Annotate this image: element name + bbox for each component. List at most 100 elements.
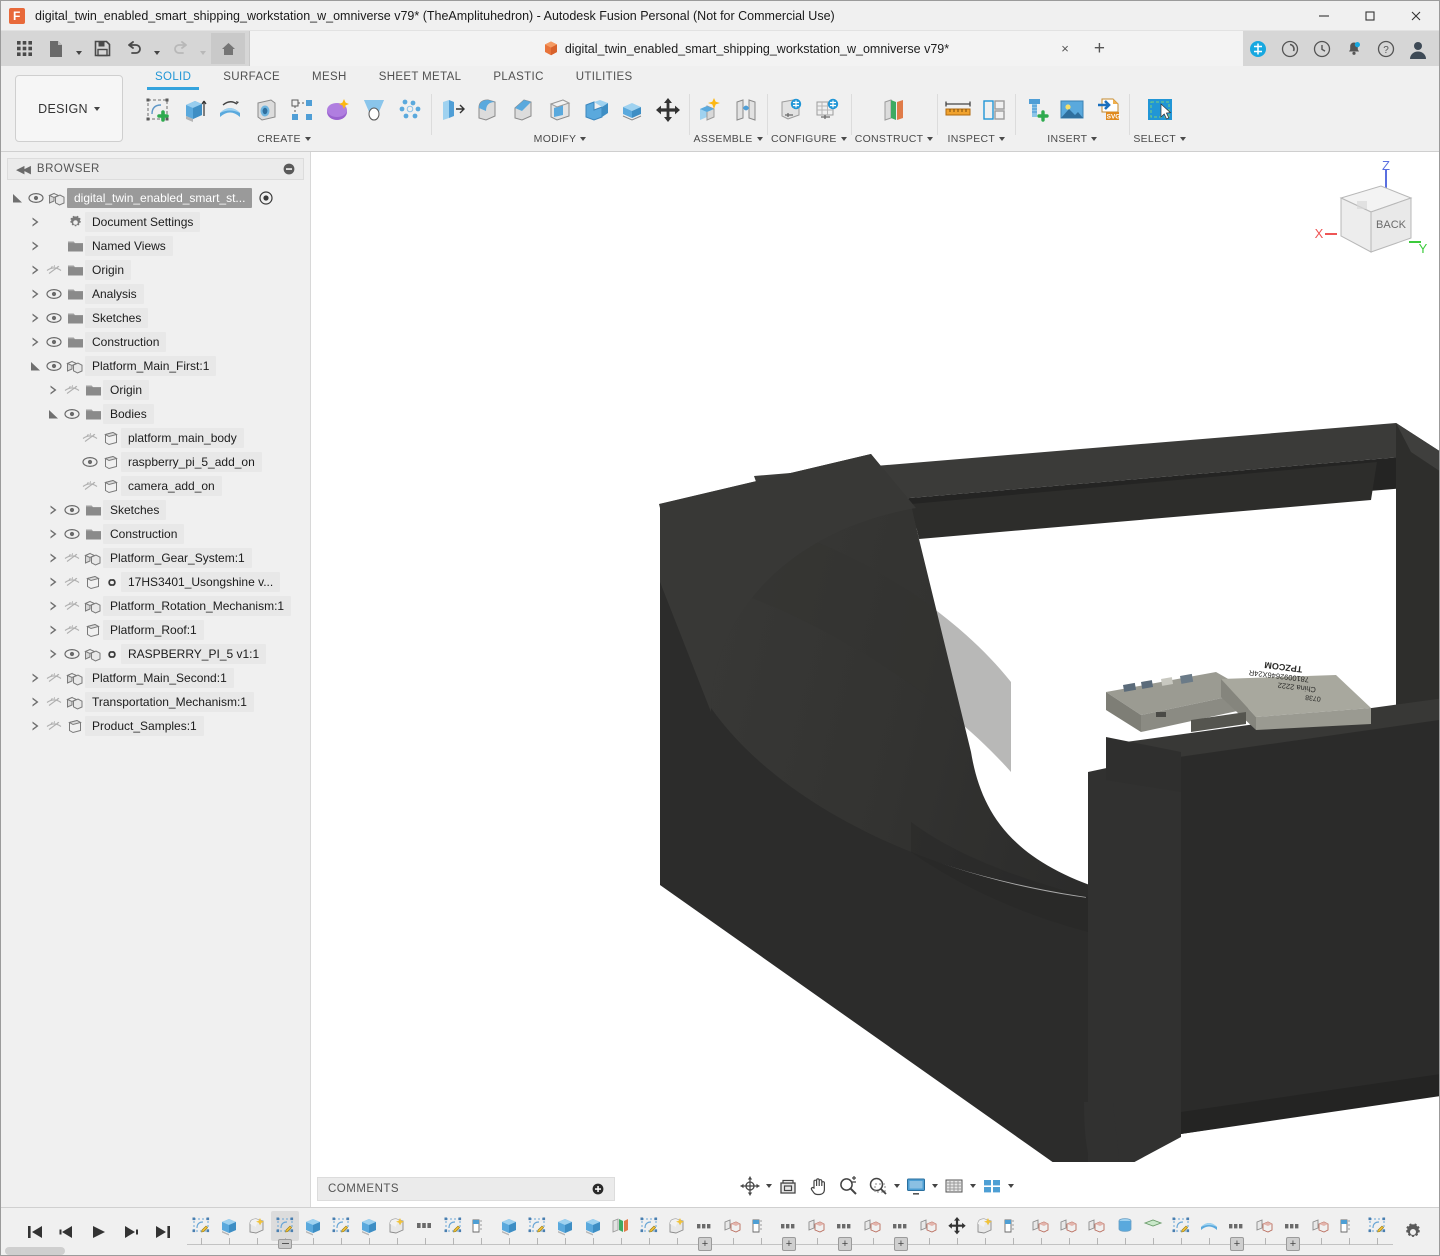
combine-icon[interactable] [579,91,613,129]
tab-plastic[interactable]: PLASTIC [477,66,559,88]
timeline-feature-component[interactable] [1027,1211,1055,1241]
tree-twisty-closed-icon[interactable] [27,672,43,684]
browser-minimize-icon[interactable] [283,163,295,175]
tree-node-17hs3401-usongshine-v[interactable]: 17HS3401_Usongshine v... [1,570,310,594]
timeline-feature-mirror[interactable] [999,1211,1027,1241]
tab-sheet-metal[interactable]: SHEET METAL [363,66,478,88]
redo-icon[interactable] [165,33,195,64]
timeline-feature-sketch[interactable] [439,1211,467,1241]
select-group-label[interactable]: SELECT [1133,130,1186,148]
browser-collapse-icon[interactable]: ◀◀ [16,163,29,176]
tree-twisty-closed-icon[interactable] [45,576,61,588]
tree-node-construction[interactable]: Construction [1,522,310,546]
joint-icon[interactable] [729,91,763,129]
tree-twisty-closed-icon[interactable] [45,384,61,396]
timeline-feature-sketch[interactable] [327,1211,355,1241]
timeline-feature-mirror[interactable] [467,1211,495,1241]
create-sketch-icon[interactable] [141,91,175,129]
inspect-group-label[interactable]: INSPECT [948,130,1006,148]
look-at-icon[interactable] [774,1172,802,1200]
create-group-label[interactable]: CREATE [257,130,311,148]
revolve-icon[interactable] [213,91,247,129]
eye-visible-icon[interactable] [79,456,101,468]
timeline-feature-sketch[interactable] [523,1211,551,1241]
step-back-icon[interactable] [57,1222,77,1242]
loft-icon[interactable] [357,91,391,129]
play-icon[interactable] [89,1222,109,1242]
tree-node-platform-gear-system-1[interactable]: Platform_Gear_System:1 [1,546,310,570]
tree-node-platform-main-first-1[interactable]: Platform_Main_First:1 [1,354,310,378]
viewports-icon[interactable] [978,1172,1006,1200]
timeline-group-expand[interactable]: + [1230,1237,1244,1251]
timeline-feature-cylinder[interactable] [1111,1211,1139,1241]
close-button[interactable] [1393,1,1439,31]
browser-tree[interactable]: digital_twin_enabled_smart_st...Document… [1,180,310,1207]
decal-icon[interactable] [1055,91,1089,129]
construct-group-label[interactable]: CONSTRUCT [855,130,934,148]
tree-twisty-open-icon[interactable] [45,408,61,420]
form-icon[interactable] [321,91,355,129]
timeline-feature-extrude[interactable] [299,1211,327,1241]
tree-node-construction[interactable]: Construction [1,330,310,354]
recent-activity-icon[interactable] [1307,33,1337,64]
3d-canvas[interactable]: 0738 China 2222 7810092646X24R TPZCOM [311,152,1439,1207]
tree-node-raspberry-pi-5-v1-1[interactable]: RASPBERRY_PI_5 v1:1 [1,642,310,666]
timeline-feature-fillet[interactable] [243,1211,271,1241]
press-pull-icon[interactable] [435,91,469,129]
timeline-feature-fillet[interactable] [971,1211,999,1241]
timeline-feature-sketch[interactable] [1363,1211,1391,1241]
zoom-window-icon[interactable] [864,1172,892,1200]
timeline-feature-sketch[interactable] [271,1211,299,1241]
tree-twisty-closed-icon[interactable] [45,648,61,660]
timeline-feature-extrude[interactable] [495,1211,523,1241]
redo-dropdown[interactable] [197,33,209,64]
timeline-group-expand[interactable]: + [1286,1237,1300,1251]
eye-hidden-icon[interactable] [43,264,65,276]
maximize-button[interactable] [1347,1,1393,31]
timeline-feature-sketch[interactable] [635,1211,663,1241]
configure-group-label[interactable]: CONFIGURE [771,130,847,148]
timeline-feature-component[interactable] [1083,1211,1111,1241]
timeline-playhead[interactable] [278,1239,292,1249]
timeline-feature-extrude[interactable] [551,1211,579,1241]
timeline-feature-extrude[interactable] [1391,1211,1393,1241]
user-avatar[interactable] [1403,33,1433,64]
timeline-feature-component[interactable] [1251,1211,1279,1241]
timeline-feature-extrude[interactable] [355,1211,383,1241]
tree-twisty-closed-icon[interactable] [45,552,61,564]
extensions-icon[interactable] [1243,33,1273,64]
grid-snaps-dropdown[interactable] [970,1172,976,1200]
eye-hidden-icon[interactable] [43,696,65,708]
tree-node-platform-roof-1[interactable]: Platform_Roof:1 [1,618,310,642]
go-to-beginning-icon[interactable] [25,1222,45,1242]
eye-visible-icon[interactable] [43,360,65,372]
eye-hidden-icon[interactable] [79,480,101,492]
extrude-icon[interactable] [177,91,211,129]
tree-node-sketches[interactable]: Sketches [1,306,310,330]
save-icon[interactable] [87,33,117,64]
modify-group-label[interactable]: MODIFY [534,130,587,148]
tree-node-document-settings[interactable]: Document Settings [1,210,310,234]
timeline-feature-fillet[interactable] [383,1211,411,1241]
tree-node-origin[interactable]: Origin [1,258,310,282]
eye-hidden-icon[interactable] [61,600,83,612]
tree-twisty-open-icon[interactable] [27,360,43,372]
tree-twisty-closed-icon[interactable] [27,216,43,228]
eye-visible-icon[interactable] [61,504,83,516]
tab-surface[interactable]: SURFACE [207,66,296,88]
document-tab[interactable]: digital_twin_enabled_smart_shipping_work… [249,31,1243,66]
eye-visible-icon[interactable] [61,528,83,540]
shell-icon[interactable] [543,91,577,129]
undo-icon[interactable] [119,33,149,64]
eye-hidden-icon[interactable] [61,552,83,564]
timeline-feature-offset-plane[interactable] [607,1211,635,1241]
eye-visible-icon[interactable] [43,312,65,324]
timeline-feature-extrude[interactable] [215,1211,243,1241]
eye-hidden-icon[interactable] [43,672,65,684]
tree-node-platform-main-body[interactable]: platform_main_body [1,426,310,450]
timeline-hscrollbar[interactable] [5,1247,65,1255]
tree-twisty-closed-icon[interactable] [45,504,61,516]
timeline-group-expand[interactable]: + [698,1237,712,1251]
tree-twisty-closed-icon[interactable] [27,336,43,348]
timeline-group-expand[interactable]: + [838,1237,852,1251]
